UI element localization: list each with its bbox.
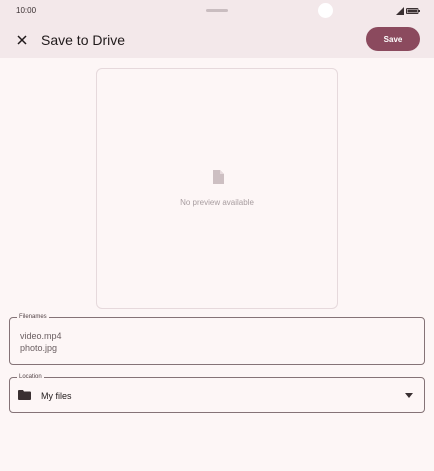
location-value: My files bbox=[41, 391, 72, 401]
close-icon bbox=[17, 35, 27, 45]
filename-item: video.mp4 bbox=[20, 331, 62, 341]
status-bar: 10:00 bbox=[0, 0, 434, 22]
file-icon bbox=[213, 170, 224, 184]
filenames-field[interactable]: Filenames video.mp4 photo.jpg bbox=[9, 313, 425, 365]
preview-card: No preview available bbox=[96, 68, 338, 309]
folder-icon bbox=[18, 390, 31, 400]
filename-item: photo.jpg bbox=[20, 343, 58, 353]
dialog-title: Save to Drive bbox=[41, 32, 126, 48]
app-bar: Save to Drive Save bbox=[0, 22, 434, 58]
status-time: 10:00 bbox=[16, 6, 37, 15]
dropdown-arrow-icon[interactable] bbox=[405, 393, 413, 398]
no-preview-text: No preview available bbox=[180, 198, 254, 207]
filenames-label: Filenames bbox=[17, 313, 49, 322]
signal-icon bbox=[396, 7, 404, 15]
save-button[interactable]: Save bbox=[366, 27, 420, 51]
close-button[interactable] bbox=[10, 28, 34, 52]
drag-handle[interactable] bbox=[206, 9, 228, 12]
location-dropdown[interactable]: Location My files bbox=[9, 373, 425, 413]
camera-cutout bbox=[318, 3, 333, 18]
battery-icon bbox=[406, 8, 420, 14]
location-label: Location bbox=[17, 373, 44, 382]
